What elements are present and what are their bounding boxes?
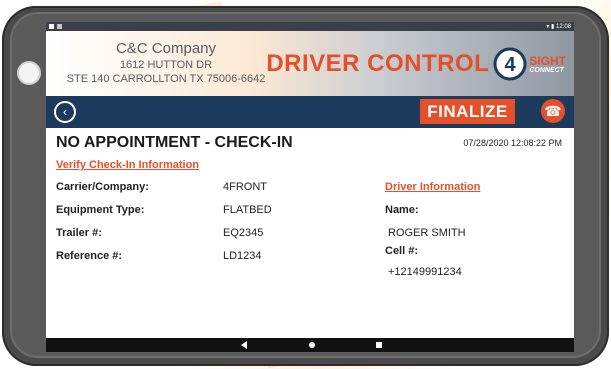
status-time: 12:08 xyxy=(555,24,571,30)
nav-recent-apps-icon[interactable] xyxy=(376,342,382,348)
nav-back-icon[interactable] xyxy=(241,341,247,349)
four-sight-logo-icon: 4 xyxy=(493,47,527,81)
brand-logo: DRIVER CONTROL 4 SIGHT CONNECT xyxy=(266,47,566,81)
app-header: C&C Company 1612 HUTTON DR STE 140 CARRO… xyxy=(46,31,574,96)
back-button[interactable]: ‹ xyxy=(54,101,76,123)
svg-text:4: 4 xyxy=(505,54,517,76)
nav-home-icon[interactable] xyxy=(309,342,315,348)
action-bar: ‹ FINALIZE ☎ xyxy=(46,96,574,128)
trailer-label: Trailer #: xyxy=(56,227,102,239)
driver-cell-label: Cell #: xyxy=(385,245,419,257)
brand-subtitle: SIGHT CONNECT xyxy=(529,55,566,74)
reference-label: Reference #: xyxy=(56,250,123,262)
trailer-value: EQ2345 xyxy=(223,227,264,239)
carrier-label: Carrier/Company: xyxy=(56,181,149,193)
company-name: C&C Company xyxy=(115,40,217,58)
notification-icon xyxy=(57,24,62,29)
driver-cell-value: +12149991234 xyxy=(388,266,462,278)
timestamp: 07/28/2020 12:08:22 PM xyxy=(463,138,562,148)
status-bar: ▾ ▮ 12:08 xyxy=(46,22,574,31)
app-screen: ▾ ▮ 12:08 C&C Company 1612 HUTTON DR STE… xyxy=(46,22,574,352)
driver-info-link[interactable]: Driver Information xyxy=(385,181,480,193)
wifi-icon: ▾ xyxy=(546,24,550,30)
battery-icon: ▮ xyxy=(551,24,555,30)
company-address-line2: STE 140 CARROLLTON TX 75006-6642 xyxy=(66,72,266,85)
driver-name-label: Name: xyxy=(385,204,419,216)
verify-checkin-link[interactable]: Verify Check-In Information xyxy=(56,159,199,171)
company-address-line1: 1612 HUTTON DR xyxy=(119,59,213,72)
call-button[interactable]: ☎ xyxy=(541,99,565,123)
notification-icon xyxy=(49,24,54,29)
brand-title: DRIVER CONTROL xyxy=(266,50,490,77)
page-title: NO APPOINTMENT - CHECK-IN xyxy=(56,134,293,151)
system-nav-bar xyxy=(46,338,574,352)
equipment-label: Equipment Type: xyxy=(56,204,145,216)
driver-name-value: ROGER SMITH xyxy=(388,227,466,239)
phone-icon: ☎ xyxy=(544,103,562,119)
finalize-button[interactable]: FINALIZE xyxy=(420,99,515,124)
brand-sub-small: CONNECT xyxy=(529,66,564,74)
brand-sub-title: SIGHT xyxy=(529,53,566,68)
equipment-value: FLATBED xyxy=(223,204,272,216)
carrier-value: 4FRONT xyxy=(223,181,267,193)
reference-value: LD1234 xyxy=(223,250,262,262)
chevron-left-icon: ‹ xyxy=(62,104,68,119)
company-info: C&C Company 1612 HUTTON DR STE 140 CARRO… xyxy=(46,40,286,86)
camera-icon xyxy=(17,61,41,85)
